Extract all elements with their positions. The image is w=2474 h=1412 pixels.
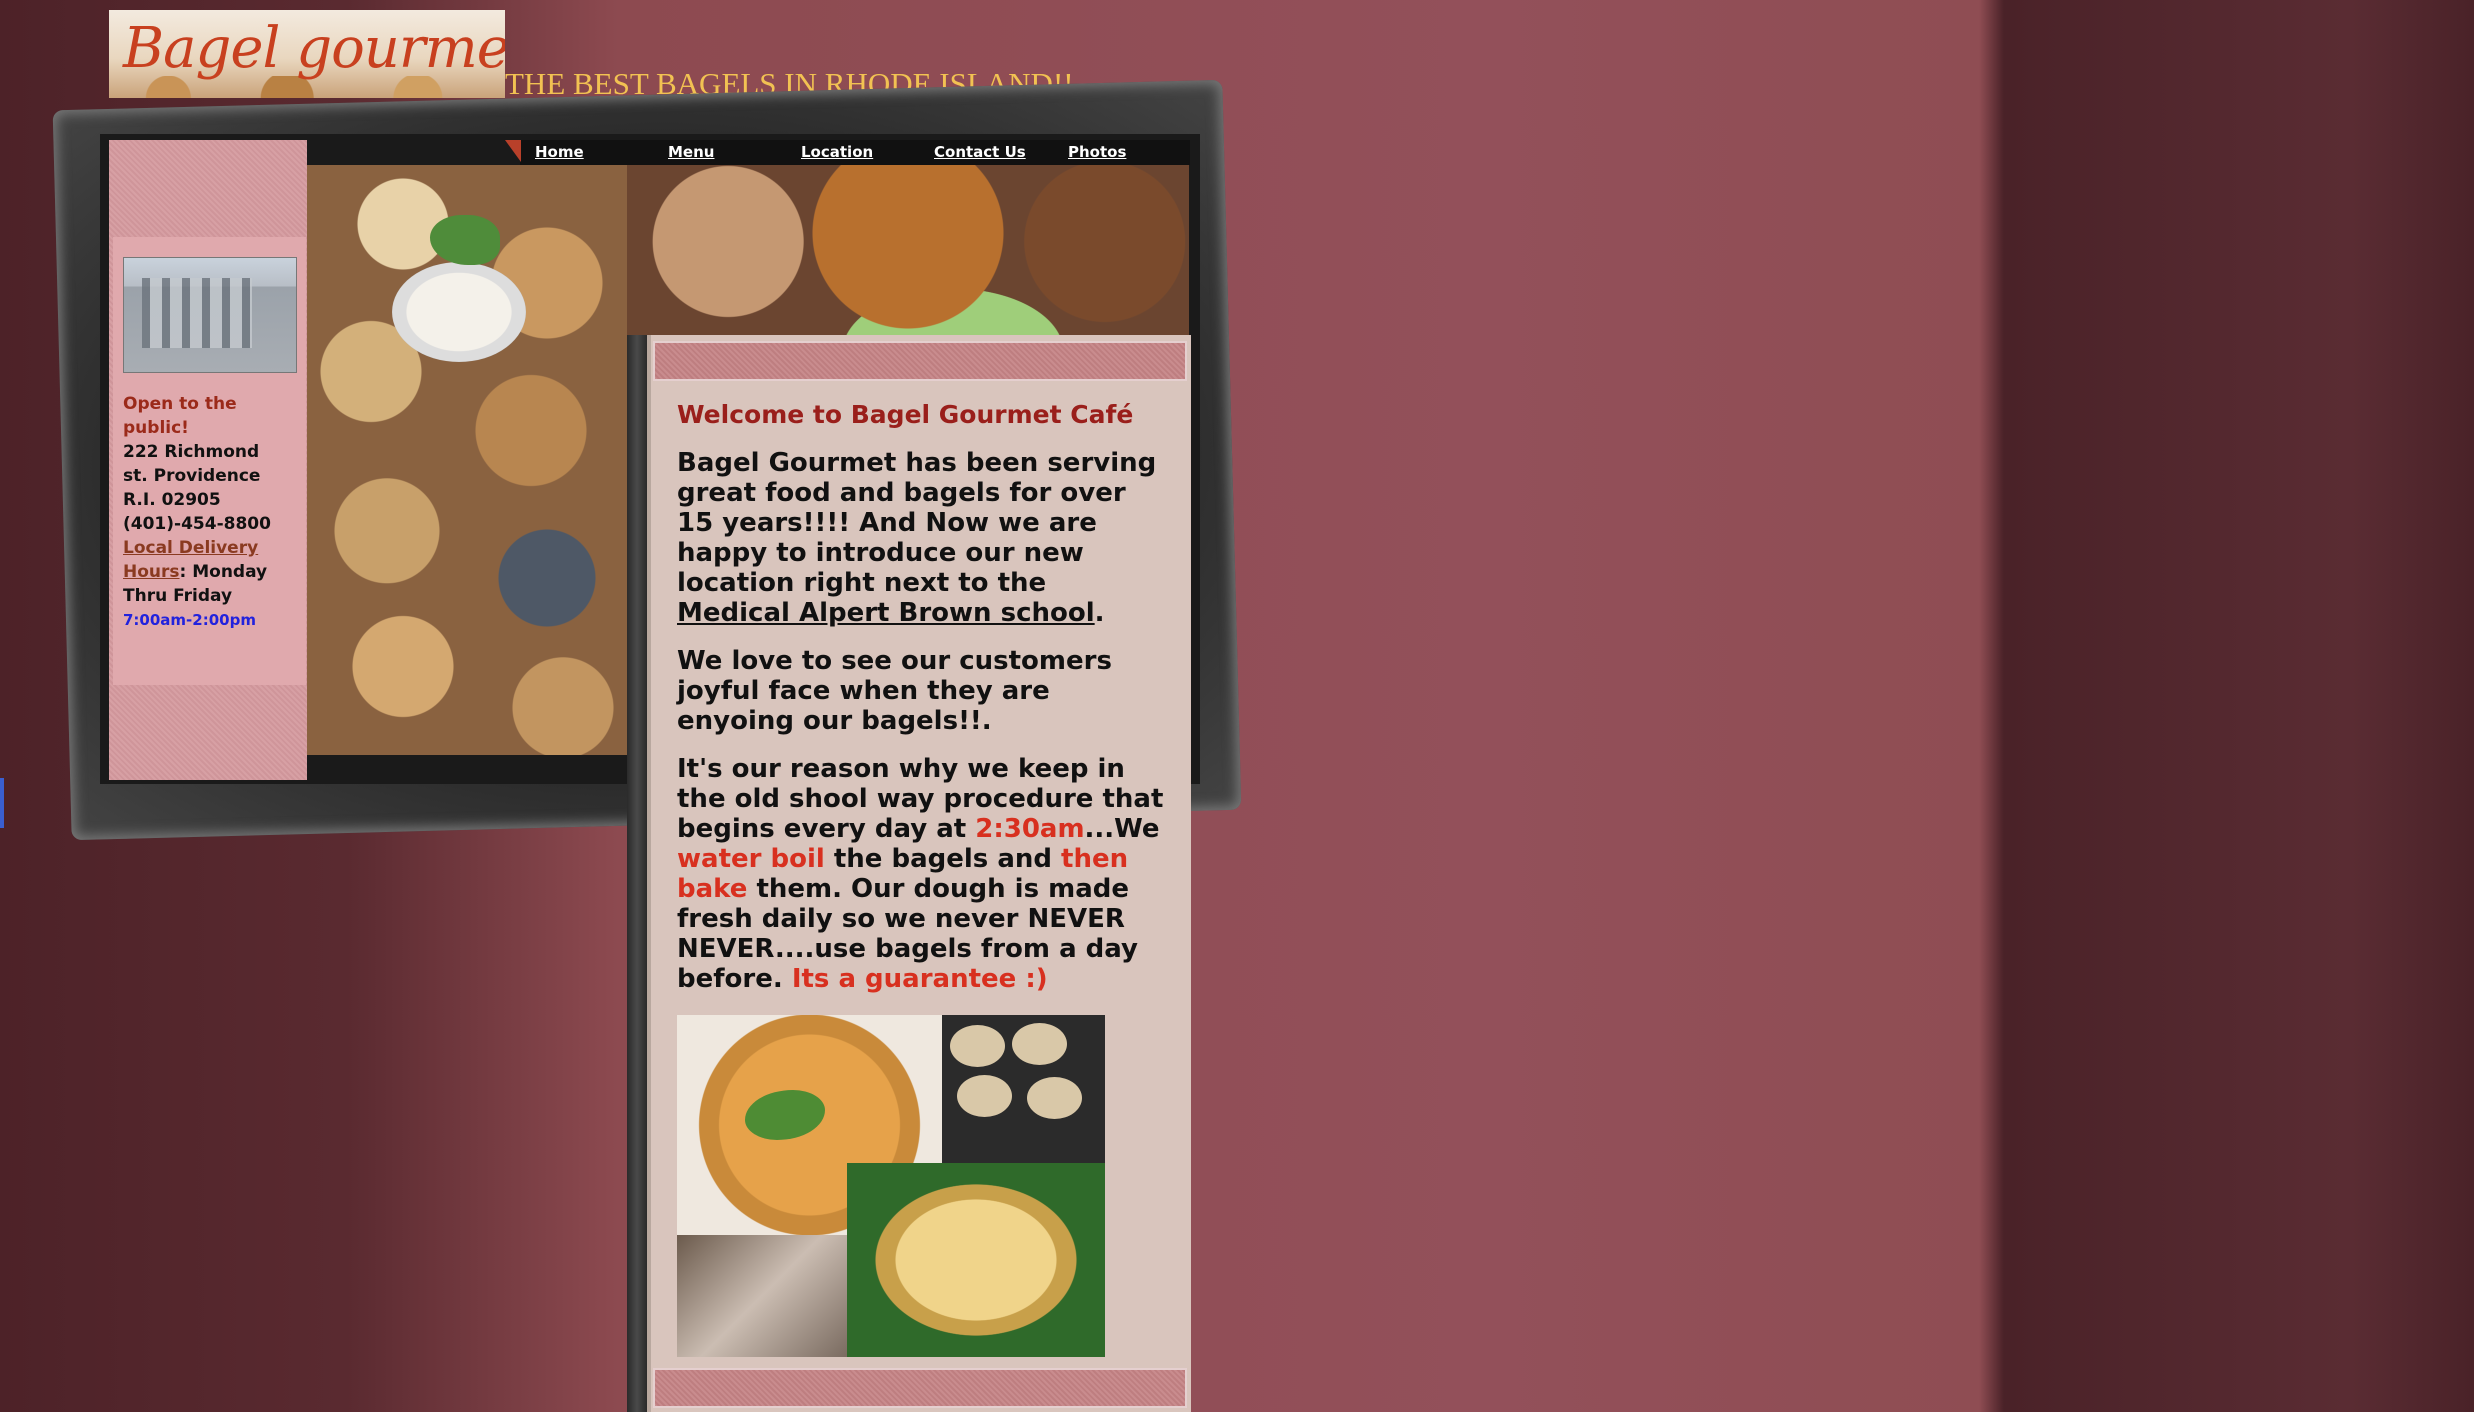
hours-time: 7:00am-2:00pm	[123, 611, 256, 629]
content-top-band	[653, 341, 1187, 381]
nav-menu[interactable]: Menu	[668, 143, 714, 161]
hours-days-2: Thru Friday	[123, 586, 233, 606]
logo-text: Bagel gourmet cafe	[123, 16, 505, 81]
local-delivery-link[interactable]: Local Delivery	[123, 538, 258, 558]
nav-photos[interactable]: Photos	[1068, 143, 1126, 161]
cream-cheese-bowl	[392, 262, 526, 362]
procedure-text-c: the bagels and	[824, 844, 1062, 874]
pita-2	[1012, 1023, 1067, 1065]
nav-corner-arrow	[505, 140, 521, 162]
intro-paragraph: Bagel Gourmet has been serving great foo…	[677, 448, 1167, 628]
customers-paragraph: We love to see our customers joyful face…	[677, 646, 1112, 736]
omelet-photo	[847, 1163, 1105, 1357]
content-bottom-band	[653, 1368, 1187, 1408]
start-time: 2:30am	[975, 814, 1085, 844]
hours-days: : Monday	[179, 562, 268, 582]
hours-link[interactable]: Hours	[123, 562, 180, 582]
pita-3	[957, 1075, 1012, 1117]
pita-1	[950, 1025, 1005, 1067]
nav-contact-us[interactable]: Contact Us	[934, 143, 1026, 161]
open-to-public-label: Open to the public!	[123, 394, 237, 438]
intro-end: .	[1094, 598, 1105, 628]
building-photo	[123, 257, 297, 373]
content-side-strip	[627, 335, 647, 1412]
address-line-2: st. Providence	[123, 466, 261, 486]
intro-text: Bagel Gourmet has been serving great foo…	[677, 448, 1157, 598]
nav-home[interactable]: Home	[535, 143, 584, 161]
building-windows	[142, 278, 252, 348]
phone-number: (401)-454-8800	[123, 514, 271, 534]
water-boil-text: water boil	[677, 844, 825, 874]
nav-location[interactable]: Location	[801, 143, 873, 161]
welcome-heading: Welcome to Bagel Gourmet Café	[677, 400, 1134, 429]
address-line-1: 222 Richmond	[123, 442, 260, 462]
procedure-paragraph: It's our reason why we keep in the old s…	[677, 754, 1167, 994]
logo-image[interactable]: Bagel gourmet cafe	[109, 10, 505, 98]
medical-school-link[interactable]: Medical Alpert Brown school	[677, 598, 1095, 628]
dough-hands-photo	[677, 1235, 847, 1357]
left-edge-accent	[0, 778, 4, 828]
sidebar-info-text: Open to the public! 222 Richmond st. Pro…	[123, 392, 298, 632]
grilled-pita-photo	[942, 1015, 1105, 1163]
guarantee-text: Its a guarantee :)	[791, 964, 1048, 994]
pita-4	[1027, 1077, 1082, 1119]
pastries-photo	[627, 165, 1189, 335]
procedure-text-b: ...We	[1084, 814, 1160, 844]
address-line-3: R.I. 02905	[123, 490, 221, 510]
